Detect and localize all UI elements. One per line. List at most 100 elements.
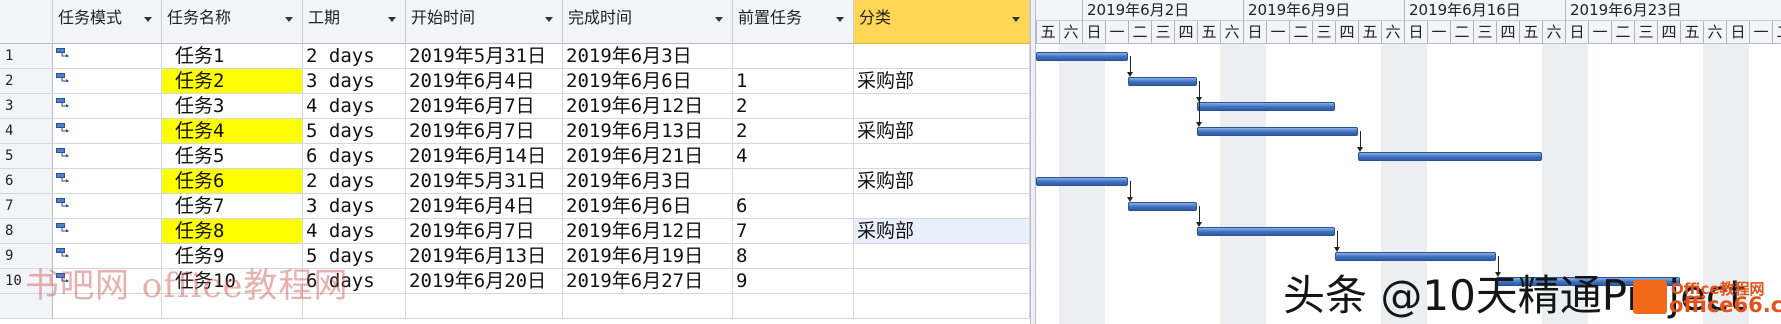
duration-cell[interactable]: 3 days [303,69,406,94]
start-cell[interactable]: 2019年6月7日 [406,219,563,244]
finish-cell[interactable]: 2019年6月21日 [563,144,733,169]
row-number[interactable]: 8 [0,219,53,244]
task-bar[interactable] [1128,202,1197,211]
name-cell[interactable]: 任务5 [162,144,303,169]
start-cell[interactable]: 2019年5月31日 [406,169,563,194]
finish-cell[interactable]: 2019年6月12日 [563,94,733,119]
mode-cell[interactable] [53,94,162,119]
name-cell[interactable]: 任务1 [162,44,303,69]
row-number[interactable]: 2 [0,69,53,94]
finish-cell[interactable]: 2019年6月13日 [563,119,733,144]
predecessors-cell[interactable]: 7 [733,219,854,244]
task-bar[interactable] [1358,152,1542,161]
predecessors-cell[interactable] [733,169,854,194]
task-bar[interactable] [1128,77,1197,86]
filter-dropdown-icon[interactable] [285,17,293,22]
column-header-name[interactable]: 任务名称 [162,0,303,44]
column-header-mode[interactable]: 任务模式 [53,0,162,44]
finish-cell[interactable]: 2019年6月19日 [563,244,733,269]
category-cell[interactable]: 采购部 [854,69,1030,94]
category-cell[interactable] [854,144,1030,169]
row-number[interactable]: 7 [0,194,53,219]
category-cell[interactable]: 采购部 [854,169,1030,194]
predecessors-cell[interactable]: 9 [733,269,854,294]
category-cell[interactable] [854,194,1030,219]
mode-cell[interactable] [53,119,162,144]
start-cell[interactable]: 2019年6月4日 [406,69,563,94]
finish-cell[interactable]: 2019年6月3日 [563,44,733,69]
duration-cell[interactable]: 2 days [303,169,406,194]
start-cell[interactable]: 2019年6月14日 [406,144,563,169]
duration-cell[interactable]: 5 days [303,119,406,144]
task-bar[interactable] [1197,127,1358,136]
predecessors-cell[interactable]: 6 [733,194,854,219]
filter-dropdown-icon[interactable] [1012,17,1020,22]
task-bar[interactable] [1036,52,1128,61]
start-cell[interactable]: 2019年6月4日 [406,194,563,219]
duration-cell[interactable]: 4 days [303,219,406,244]
select-all-corner[interactable] [0,0,53,44]
name-cell[interactable]: 任务2 [162,69,303,94]
name-cell[interactable]: 任务3 [162,94,303,119]
task-bar[interactable] [1197,102,1335,111]
predecessors-cell[interactable] [733,44,854,69]
duration-cell[interactable]: 4 days [303,94,406,119]
filter-dropdown-icon[interactable] [388,17,396,22]
task-bar[interactable] [1197,227,1335,236]
category-cell[interactable] [854,269,1030,294]
start-cell[interactable]: 2019年6月7日 [406,119,563,144]
duration-cell[interactable]: 2 days [303,44,406,69]
mode-cell[interactable] [53,169,162,194]
start-cell[interactable] [406,294,563,319]
predecessors-cell[interactable]: 8 [733,244,854,269]
category-cell[interactable]: 采购部 [854,219,1030,244]
row-number[interactable]: 6 [0,169,53,194]
mode-cell[interactable] [53,219,162,244]
row-number[interactable]: 5 [0,144,53,169]
category-cell[interactable] [854,244,1030,269]
column-header-predecessors[interactable]: 前置任务 [733,0,854,44]
row-number[interactable]: 3 [0,94,53,119]
column-header-duration[interactable]: 工期 [303,0,406,44]
name-cell[interactable]: 任务8 [162,219,303,244]
finish-cell[interactable] [563,294,733,319]
predecessors-cell[interactable]: 1 [733,69,854,94]
start-cell[interactable]: 2019年6月7日 [406,94,563,119]
predecessors-cell[interactable]: 2 [733,94,854,119]
duration-cell[interactable]: 3 days [303,194,406,219]
task-bar[interactable] [1036,177,1128,186]
finish-cell[interactable]: 2019年6月6日 [563,69,733,94]
duration-cell[interactable]: 6 days [303,144,406,169]
category-cell[interactable] [854,94,1030,119]
predecessors-cell[interactable]: 4 [733,144,854,169]
mode-cell[interactable] [53,194,162,219]
mode-cell[interactable] [53,144,162,169]
category-cell[interactable]: 采购部 [854,119,1030,144]
filter-dropdown-icon[interactable] [545,17,553,22]
predecessors-cell[interactable] [733,294,854,319]
task-bar[interactable] [1335,252,1496,261]
start-cell[interactable]: 2019年6月13日 [406,244,563,269]
row-number[interactable]: 1 [0,44,53,69]
mode-cell[interactable] [53,44,162,69]
row-number[interactable]: 4 [0,119,53,144]
name-cell[interactable]: 任务6 [162,169,303,194]
filter-dropdown-icon[interactable] [715,17,723,22]
start-cell[interactable]: 2019年6月20日 [406,269,563,294]
column-header-category[interactable]: 分类 [854,0,1030,44]
category-cell[interactable] [854,294,1030,319]
name-cell[interactable]: 任务4 [162,119,303,144]
name-cell[interactable]: 任务7 [162,194,303,219]
category-cell[interactable] [854,44,1030,69]
finish-cell[interactable]: 2019年6月12日 [563,219,733,244]
finish-cell[interactable]: 2019年6月27日 [563,269,733,294]
start-cell[interactable]: 2019年5月31日 [406,44,563,69]
filter-dropdown-icon[interactable] [836,17,844,22]
filter-dropdown-icon[interactable] [144,17,152,22]
column-header-start[interactable]: 开始时间 [406,0,563,44]
column-header-finish[interactable]: 完成时间 [563,0,733,44]
finish-cell[interactable]: 2019年6月3日 [563,169,733,194]
predecessors-cell[interactable]: 2 [733,119,854,144]
finish-cell[interactable]: 2019年6月6日 [563,194,733,219]
mode-cell[interactable] [53,69,162,94]
